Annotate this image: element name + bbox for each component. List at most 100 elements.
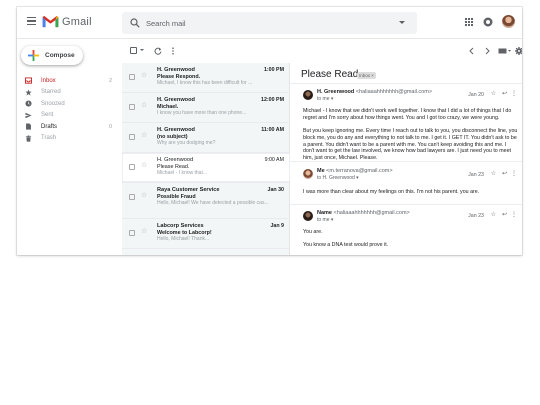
app-name: Gmail: [62, 16, 92, 28]
sidebar-item-label: Sent: [41, 112, 54, 119]
more-vert-icon[interactable]: [169, 47, 177, 55]
list-item[interactable]: ☆ H. Greenwood 11:00 AM (no subject) Why…: [122, 123, 290, 153]
message-from: H. Greenwood <haliaaahhhhhhh@gmail.com>: [317, 89, 432, 95]
plus-icon: [28, 50, 39, 61]
chevron-right-icon[interactable]: [483, 47, 491, 55]
from-name: Me: [317, 168, 325, 174]
list-item[interactable]: ☆ H. Greenwood 12:00 PM Michael. I know …: [122, 93, 290, 123]
sidebar-item-inbox[interactable]: Inbox 2: [17, 75, 122, 87]
message-body: Michael - I know that we didn't work wel…: [303, 108, 518, 161]
message-body: You are. You know a DNA test would prove…: [303, 229, 389, 249]
account-circle-icon[interactable]: [483, 17, 493, 27]
star-icon[interactable]: ☆: [141, 102, 147, 109]
snippet: Why are you dodging me?: [157, 140, 216, 146]
from-address: <haliaaahhhhhhh@gmail.com>: [355, 89, 433, 95]
select-menu-icon[interactable]: [140, 49, 144, 51]
select-all-checkbox[interactable]: [130, 47, 137, 54]
draft-icon: [26, 123, 31, 130]
gmail-window: Gmail Search mail Compose Inbox 2 Starre…: [17, 7, 522, 255]
trash-icon: [25, 135, 32, 142]
timestamp: 9:00 AM: [264, 157, 284, 163]
sidebar-item-snoozed[interactable]: Snoozed: [17, 98, 122, 110]
sender: H. Greenwood: [157, 127, 195, 133]
sender: H. Greenwood: [157, 67, 195, 73]
sender: H. Greenwood: [157, 157, 194, 163]
star-icon[interactable]: ☆: [491, 171, 496, 177]
split-pane-toggle-icon[interactable]: [498, 47, 511, 55]
search-options-icon[interactable]: [399, 21, 405, 24]
more-vert-icon[interactable]: ⋮: [511, 212, 517, 218]
message-from: Name <haliaaahhhhhhh@gmail.com>: [317, 210, 410, 216]
row-checkbox[interactable]: [129, 134, 135, 140]
timestamp: 11:00 AM: [261, 127, 284, 133]
list-toolbar: [122, 39, 522, 63]
compose-label: Compose: [45, 52, 75, 59]
message-to[interactable]: to me ▾: [317, 217, 333, 223]
from-name: Name: [317, 210, 332, 216]
star-icon[interactable]: ☆: [141, 192, 147, 199]
snippet: I know you have more than one phone...: [157, 110, 247, 116]
sidebar-item-label: Trash: [41, 135, 57, 142]
star-icon[interactable]: ☆: [141, 228, 147, 235]
more-vert-icon[interactable]: ⋮: [511, 171, 517, 177]
row-checkbox[interactable]: [129, 104, 135, 110]
search-input[interactable]: [146, 16, 376, 30]
snippet: Michael - I know that...: [157, 170, 208, 176]
send-icon: [25, 112, 32, 119]
reply-icon[interactable]: ↩: [502, 91, 507, 97]
sidebar-item-label: Drafts: [41, 123, 58, 130]
reply-icon[interactable]: ↩: [502, 171, 507, 177]
sender: Raya Customer Service: [157, 187, 220, 193]
star-icon[interactable]: ☆: [141, 72, 147, 79]
sidebar-item-label: Inbox: [41, 77, 56, 84]
snippet: Hello, Michael! Thank...: [157, 236, 210, 242]
more-vert-icon[interactable]: ⋮: [511, 91, 517, 97]
search-bar[interactable]: [122, 12, 417, 34]
avatar[interactable]: [502, 15, 515, 28]
snippet: Hello, Michael! We have detected a possi…: [157, 200, 269, 206]
message-to[interactable]: to me ▾: [317, 96, 333, 102]
from-address: <haliaaahhhhhhh@gmail.com>: [333, 210, 410, 216]
message-to[interactable]: to H. Greenwood ▾: [317, 175, 359, 181]
snippet: Michael, I know this has been difficult …: [157, 80, 253, 86]
star-icon[interactable]: ☆: [491, 91, 496, 97]
row-checkbox[interactable]: [129, 230, 135, 236]
gmail-logo-icon[interactable]: [42, 15, 59, 28]
row-checkbox[interactable]: [129, 74, 135, 80]
from-address: <m.terranova@gmail.com>: [326, 168, 393, 174]
avatar[interactable]: [303, 169, 313, 179]
search-icon[interactable]: [130, 18, 140, 28]
sidebar-item-starred[interactable]: Starred: [17, 87, 122, 99]
sidebar-item-trash[interactable]: Trash: [17, 133, 122, 145]
list-item[interactable]: ☆ H. Greenwood 1:00 PM Please Respond. M…: [122, 63, 290, 93]
inbox-icon: [25, 77, 32, 84]
message-date: Jan 23: [468, 213, 484, 219]
refresh-icon[interactable]: [154, 47, 162, 55]
menu-icon[interactable]: [27, 17, 36, 25]
reply-icon[interactable]: ↩: [502, 212, 507, 218]
message: Me <m.terranova@gmail.com> to H. Greenwo…: [290, 161, 522, 203]
list-item[interactable]: ☆ H. Greenwood 9:00 AM Please Read. Mich…: [122, 153, 290, 183]
star-icon[interactable]: ☆: [491, 212, 496, 218]
gear-icon[interactable]: [515, 47, 522, 55]
avatar[interactable]: [303, 90, 313, 100]
sidebar-item-sent[interactable]: Sent: [17, 110, 122, 122]
star-icon[interactable]: ☆: [141, 162, 147, 169]
inbox-label-chip[interactable]: Inbox ×: [357, 72, 376, 79]
unread-count: 2: [108, 77, 112, 84]
apps-icon[interactable]: [464, 17, 474, 27]
sender: Labcorp Services: [157, 223, 204, 229]
message-body: I was more than clear about my feelings …: [303, 189, 480, 195]
row-checkbox[interactable]: [129, 194, 135, 200]
compose-button[interactable]: Compose: [21, 46, 83, 65]
top-bar: Gmail: [17, 7, 522, 39]
list-item[interactable]: ☆ Raya Customer Service Jan 30 Possible …: [122, 183, 290, 219]
list-item[interactable]: ☆ Labcorp Services Jan 9 Welcome to Labc…: [122, 219, 290, 249]
sidebar-item-drafts[interactable]: Drafts 0: [17, 121, 122, 133]
clock-icon: [25, 100, 32, 107]
star-icon[interactable]: ☆: [141, 132, 147, 139]
row-checkbox[interactable]: [129, 164, 135, 170]
chevron-left-icon[interactable]: [468, 47, 476, 55]
timestamp: Jan 9: [270, 223, 284, 229]
avatar[interactable]: [303, 211, 313, 221]
